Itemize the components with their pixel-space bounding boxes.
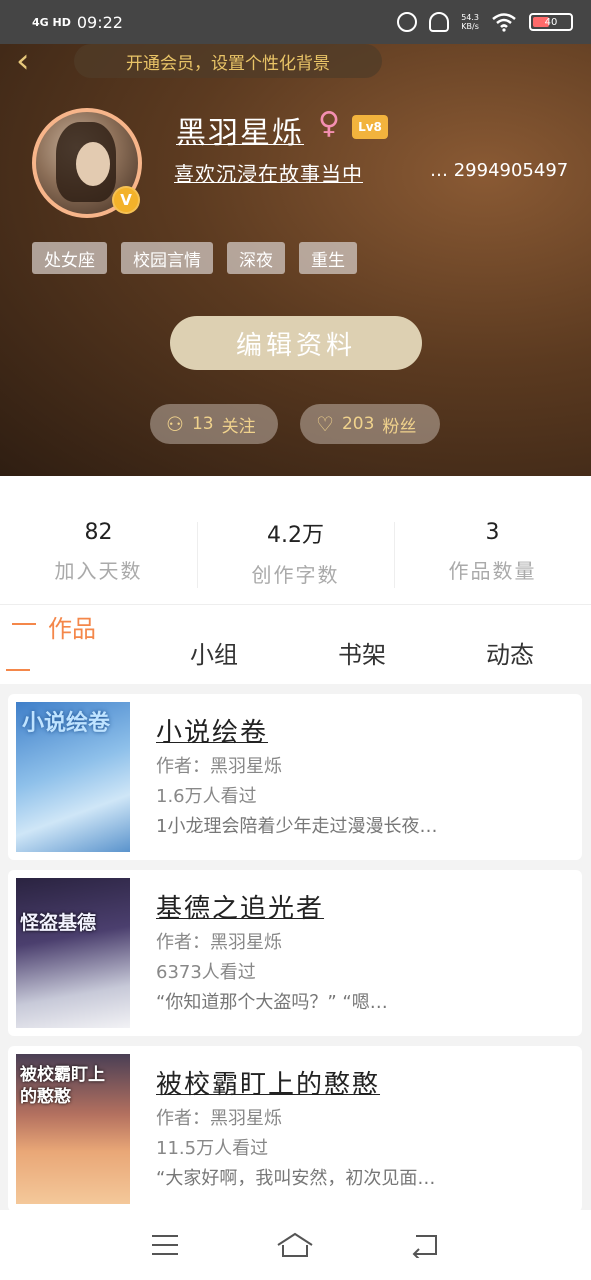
work-reads: 1.6万人看过 xyxy=(156,786,257,807)
profile-header: ‹ 开通会员，设置个性化背景 V 黑羽星烁 ♀ Lv8 喜欢沉浸在故事当中 … … xyxy=(0,44,591,476)
work-author: 作者：黑羽星烁 xyxy=(156,1108,282,1129)
menu-button[interactable] xyxy=(135,1225,195,1265)
followers-button[interactable]: ♡ 203 粉丝 xyxy=(300,404,440,444)
avatar-face xyxy=(76,142,110,186)
cover-title: 被校霸盯上的憨憨 xyxy=(20,1065,105,1107)
stats-panel: 82 加入天数 4.2万 创作字数 3 作品数量 xyxy=(0,476,591,604)
work-description: “大家好啊，我叫安然，初次见面… xyxy=(156,1168,436,1189)
stat-value: 4.2万 xyxy=(267,522,324,548)
stat-label: 创作字数 xyxy=(251,562,340,587)
work-reads: 11.5万人看过 xyxy=(156,1138,269,1159)
tag[interactable]: 处女座 xyxy=(32,242,107,274)
tab-activity[interactable]: 动态 xyxy=(486,635,534,670)
status-bar: 4G HD 09:22 54.3 KB/s 40 xyxy=(0,0,591,44)
battery-icon: 40 xyxy=(529,13,573,31)
following-button[interactable]: ⚇ 13 关注 xyxy=(150,404,278,444)
heart-icon: ♡ xyxy=(316,412,334,436)
cover-title: 小说绘卷 xyxy=(22,711,111,736)
works-list: 小说绘卷 小说绘卷 作者：黑羽星烁 1.6万人看过 1小龙理会陪着少年走过漫漫长… xyxy=(0,684,591,1210)
stat-label: 加入天数 xyxy=(54,559,143,583)
stat-work-count: 3 作品数量 xyxy=(394,476,591,604)
user-id: … 2994905497 xyxy=(430,160,569,181)
cover-title: 怪盗基德 xyxy=(20,912,97,934)
home-icon xyxy=(277,1232,314,1257)
following-count: 13 xyxy=(191,414,214,434)
level-badge: Lv8 xyxy=(352,115,388,139)
verified-badge-icon: V xyxy=(112,186,140,214)
active-tab-indicator xyxy=(12,623,36,625)
female-icon: ♀ xyxy=(318,106,340,141)
followers-label: 粉丝 xyxy=(382,416,417,437)
following-label: 关注 xyxy=(221,416,256,437)
stat-value: 82 xyxy=(84,520,113,545)
active-tab-indicator xyxy=(6,669,30,671)
tag[interactable]: 校园言情 xyxy=(121,242,213,274)
work-title: 小说绘卷 xyxy=(156,718,269,748)
back-arrow-icon xyxy=(412,1235,437,1258)
work-card[interactable]: 怪盗基德 基德之追光者 作者：黑羽星烁 6373人看过 “你知道那个大盗吗？” … xyxy=(8,870,582,1036)
book-cover: 被校霸盯上的憨憨 xyxy=(16,1054,130,1204)
work-reads: 6373人看过 xyxy=(156,962,256,983)
tag-list: 处女座 校园言情 深夜 重生 xyxy=(32,242,357,274)
vip-banner[interactable]: 开通会员，设置个性化背景 xyxy=(74,44,382,78)
followers-count: 203 xyxy=(341,414,375,434)
work-card[interactable]: 被校霸盯上的憨憨 被校霸盯上的憨憨 作者：黑羽星烁 11.5万人看过 “大家好啊… xyxy=(8,1046,582,1210)
menu-icon xyxy=(152,1235,179,1255)
stat-word-count: 4.2万 创作字数 xyxy=(197,476,394,604)
stat-join-days: 82 加入天数 xyxy=(0,476,197,604)
back-button[interactable]: ‹ xyxy=(16,44,46,80)
status-icons: 54.3 KB/s 40 xyxy=(397,12,573,32)
work-description: “你知道那个大盗吗？” “嗯… xyxy=(156,992,388,1013)
work-title: 被校霸盯上的憨憨 xyxy=(156,1070,381,1100)
home-button[interactable] xyxy=(265,1225,325,1265)
tab-works[interactable]: 作品 xyxy=(48,609,96,644)
wifi-icon xyxy=(492,13,516,32)
book-cover: 小说绘卷 xyxy=(16,702,130,852)
edit-profile-button[interactable]: 编辑资料 xyxy=(170,316,422,370)
alarm-icon xyxy=(397,12,418,32)
add-user-icon: ⚇ xyxy=(166,412,184,436)
tab-bookshelf[interactable]: 书架 xyxy=(338,635,386,670)
tag[interactable]: 深夜 xyxy=(227,242,285,274)
work-description: 1小龙理会陪着少年走过漫漫长夜… xyxy=(156,816,438,837)
work-author: 作者：黑羽星烁 xyxy=(156,932,282,953)
signature: 喜欢沉浸在故事当中 xyxy=(174,162,363,186)
back-nav-button[interactable] xyxy=(396,1225,456,1265)
battery-label: 40 xyxy=(544,16,558,28)
network-indicator: 4G HD xyxy=(32,15,71,29)
work-title: 基德之追光者 xyxy=(156,894,325,924)
book-cover: 怪盗基德 xyxy=(16,878,130,1028)
tab-groups[interactable]: 小组 xyxy=(190,635,238,670)
nickname: 黑羽星烁 xyxy=(176,116,304,151)
stat-value: 3 xyxy=(485,520,500,545)
stat-label: 作品数量 xyxy=(448,559,537,583)
mute-bell-icon xyxy=(429,12,450,32)
work-author: 作者：黑羽星烁 xyxy=(156,756,282,777)
network-speed: 54.3 KB/s xyxy=(461,13,479,31)
tag[interactable]: 重生 xyxy=(299,242,357,274)
system-nav-bar xyxy=(0,1210,591,1280)
tab-bar: 作品 小组 书架 动态 xyxy=(0,604,591,684)
work-card[interactable]: 小说绘卷 小说绘卷 作者：黑羽星烁 1.6万人看过 1小龙理会陪着少年走过漫漫长… xyxy=(8,694,582,860)
status-time: 09:22 xyxy=(76,12,123,32)
